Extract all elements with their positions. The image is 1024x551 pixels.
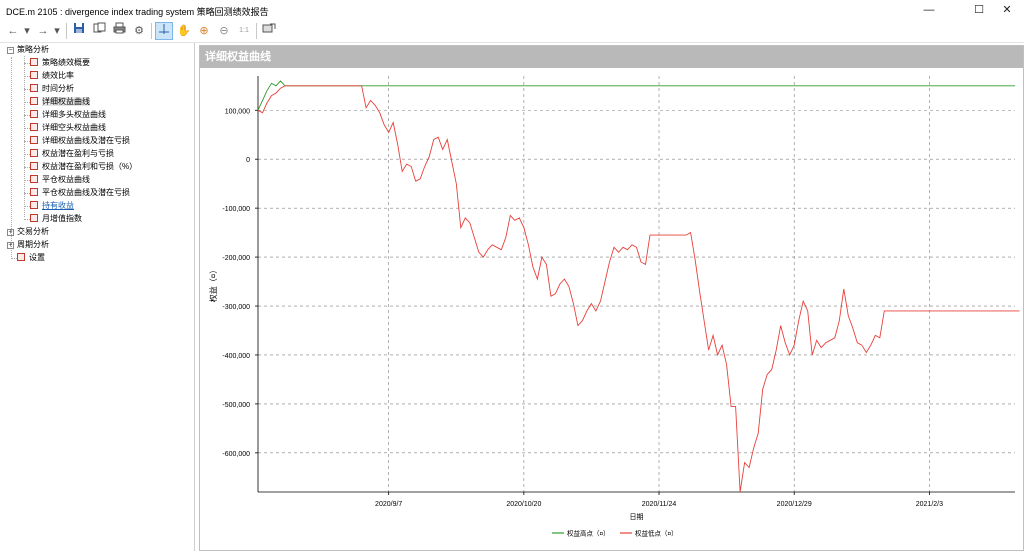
- toolbar: ← ▾ → ▾ ⚙ ✋ ⊕ ⊖ 1:1: [0, 20, 1024, 43]
- settings-icon[interactable]: ⚙: [130, 22, 148, 40]
- save-icon[interactable]: [70, 22, 88, 40]
- zoom-in-icon[interactable]: ⊕: [195, 22, 213, 40]
- tree-item-long-equity-curve[interactable]: 详细多头权益曲线: [30, 109, 106, 121]
- legend-label: 权益高点（¤）: [567, 529, 610, 538]
- y-tick-label: -200,000: [222, 255, 250, 262]
- tree-item-detailed-equity-curve[interactable]: 详细权益曲线: [30, 96, 90, 108]
- chart-icon: [30, 149, 38, 157]
- tree-group-trade-analysis[interactable]: + 交易分析: [7, 226, 49, 238]
- chart-icon: [30, 136, 38, 144]
- title-bar: DCE.m 2105 : divergence index trading sy…: [0, 0, 1024, 20]
- y-axis-title: 权益（¤）: [208, 266, 218, 302]
- tree-item-equity-run-up-drawdown[interactable]: 权益潜在盈利与亏损: [30, 148, 114, 160]
- zoom-reset-icon[interactable]: 1:1: [235, 22, 253, 40]
- copy-icon[interactable]: [90, 22, 108, 40]
- y-tick-label: -600,000: [222, 451, 250, 458]
- legend-label: 权益低点（¤）: [635, 529, 678, 538]
- expand-icon[interactable]: +: [7, 229, 14, 236]
- export-icon[interactable]: [260, 22, 278, 40]
- panel-title: 详细权益曲线: [200, 46, 1023, 68]
- collapse-icon[interactable]: −: [7, 47, 14, 54]
- chart-icon: [30, 162, 38, 170]
- dropdown-icon[interactable]: ▾: [52, 22, 62, 40]
- crosshair-icon[interactable]: [155, 22, 173, 40]
- chart-icon: [30, 201, 38, 209]
- chart-icon: [30, 123, 38, 131]
- x-axis-title: 日期: [630, 513, 644, 521]
- forward-icon[interactable]: →: [34, 22, 52, 40]
- chart-panel: 详细权益曲线 100,000 0 -100,000 -200,000 -300,000 -…: [199, 45, 1024, 551]
- y-tick-label: 0: [246, 157, 250, 164]
- equity-chart[interactable]: 100,000 0 -100,000 -200,000 -300,000 -400,000…: [200, 68, 1023, 550]
- plot-area: [258, 76, 1015, 492]
- y-tick-label: -300,000: [222, 304, 250, 311]
- x-tick-label: 2020/11/24: [642, 501, 677, 508]
- window-title: DCE.m 2105 : divergence index trading sy…: [6, 7, 269, 17]
- y-tick-label: 100,000: [225, 108, 250, 115]
- minimize-button[interactable]: —: [912, 0, 946, 20]
- chart-icon: [30, 188, 38, 196]
- tree-item-settings[interactable]: 设置: [17, 252, 45, 264]
- report-icon: [30, 71, 38, 79]
- y-tick-label: -400,000: [222, 353, 250, 360]
- y-tick-label: -100,000: [222, 206, 250, 213]
- tree-item-time-analysis[interactable]: 时间分析: [30, 83, 74, 95]
- tree-item-equity-curve-drawdown[interactable]: 详细权益曲线及潜在亏损: [30, 135, 130, 147]
- tree-item-equity-run-up-drawdown-pct[interactable]: 权益潜在盈利和亏损（%）: [30, 161, 137, 173]
- tree-item-monthly-index[interactable]: 月增值指数: [30, 213, 82, 225]
- print-icon[interactable]: [110, 22, 128, 40]
- dropdown-icon[interactable]: ▾: [22, 22, 32, 40]
- report-icon: [30, 84, 38, 92]
- report-icon: [30, 58, 38, 66]
- chart-icon: [30, 110, 38, 118]
- y-tick-label: -500,000: [222, 402, 250, 409]
- x-tick-label: 2020/9/7: [375, 501, 402, 508]
- x-tick-label: 2021/2/3: [916, 501, 943, 508]
- tree-group-strategy-analysis[interactable]: − 策略分析: [7, 44, 49, 56]
- zoom-out-icon[interactable]: ⊖: [215, 22, 233, 40]
- tree-item-closed-equity-drawdown[interactable]: 平仓权益曲线及潜在亏损: [30, 187, 130, 199]
- tree-item-holding-return[interactable]: 持有收益: [30, 200, 74, 212]
- close-button[interactable]: ✕: [990, 0, 1024, 20]
- chart-icon: [30, 175, 38, 183]
- tree-item-short-equity-curve[interactable]: 详细空头权益曲线: [30, 122, 106, 134]
- chart-icon: [30, 214, 38, 222]
- tree-item-performance-summary[interactable]: 策略绩效概要: [30, 57, 90, 69]
- pan-hand-icon[interactable]: ✋: [175, 22, 193, 40]
- x-tick-label: 2020/12/29: [777, 501, 812, 508]
- navigation-tree: − 策略分析 策略绩效概要 绩效比率 时间分析 详细权益曲线 详细多头权益曲线 详…: [0, 43, 195, 551]
- back-icon[interactable]: ←: [4, 22, 22, 40]
- settings-page-icon: [17, 253, 25, 261]
- chart-icon: [30, 97, 38, 105]
- tree-item-performance-ratios[interactable]: 绩效比率: [30, 70, 74, 82]
- x-tick-label: 2020/10/20: [506, 501, 541, 508]
- tree-group-period-analysis[interactable]: + 周期分析: [7, 239, 49, 251]
- expand-icon[interactable]: +: [7, 242, 14, 249]
- tree-item-closed-equity-curve[interactable]: 平仓权益曲线: [30, 174, 90, 186]
